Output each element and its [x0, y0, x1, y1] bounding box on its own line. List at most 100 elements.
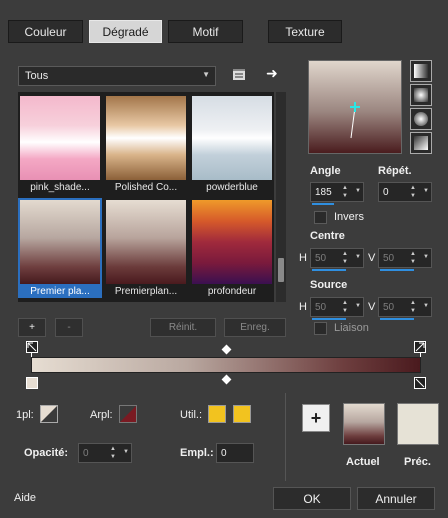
- centre-h-input[interactable]: 50 ▲ ▼ ▼: [310, 248, 364, 268]
- chevron-down-icon[interactable]: ▼: [355, 254, 361, 260]
- gallery-label: pink_shade...: [30, 182, 90, 193]
- opacity-label: Opacité:: [24, 447, 69, 459]
- invert-label: Invers: [334, 211, 364, 223]
- category-selected: Tous: [25, 70, 49, 82]
- cancel-button[interactable]: Annuler: [357, 487, 435, 510]
- scroll-thumb[interactable]: [278, 258, 284, 282]
- chevron-down-icon[interactable]: ▼: [355, 188, 361, 194]
- gallery-item[interactable]: Polished Co...: [104, 94, 188, 194]
- arrow-right-icon[interactable]: ➜: [266, 66, 282, 80]
- current-label: Actuel: [346, 456, 380, 468]
- source-h-label: H: [299, 301, 307, 313]
- remove-gradient-button[interactable]: -: [55, 318, 83, 337]
- gallery-label: Polished Co...: [114, 182, 178, 193]
- gallery-scrollbar[interactable]: [276, 92, 286, 302]
- gallery-item[interactable]: Premierplan...: [104, 198, 188, 298]
- midpoint-diamond-icon[interactable]: [221, 344, 232, 355]
- gallery-thumb: [106, 96, 186, 180]
- user-swatch-2[interactable]: [233, 405, 251, 423]
- gallery-thumb: [192, 96, 272, 180]
- chevron-down-icon[interactable]: ▼: [423, 303, 429, 309]
- centre-h-underline: [312, 269, 346, 271]
- browse-icon[interactable]: [232, 67, 246, 81]
- gallery-label: Premierplan...: [114, 286, 178, 297]
- centre-v-input[interactable]: 50 ▲ ▼ ▼: [378, 248, 432, 268]
- current-swatch[interactable]: [343, 403, 385, 445]
- save-gradient-button[interactable]: Enreg.: [224, 318, 286, 337]
- link-checkbox[interactable]: [314, 322, 327, 335]
- source-v-label: V: [368, 301, 376, 313]
- repeat-input[interactable]: 0 ▲ ▼ ▼: [378, 182, 432, 202]
- midpoint-diamond-icon[interactable]: [221, 374, 232, 385]
- spin-arrows-icon[interactable]: ▲ ▼: [108, 445, 118, 461]
- rectangular-type-icon[interactable]: [410, 84, 432, 106]
- location-value: 0: [221, 447, 227, 459]
- repeat-label: Répét.: [378, 165, 412, 177]
- gradient-preview[interactable]: [308, 60, 402, 154]
- category-dropdown[interactable]: Tous ▼: [18, 66, 216, 86]
- gradient-stop-start[interactable]: [26, 377, 38, 389]
- gallery-item[interactable]: profondeur: [190, 198, 274, 298]
- bg-plan-label: Arpl:: [90, 409, 113, 421]
- gallery-thumb: [20, 200, 100, 284]
- bg-plan-swatch[interactable]: [119, 405, 137, 423]
- source-h-input[interactable]: 50 ▲ ▼ ▼: [310, 297, 364, 317]
- chevron-down-icon[interactable]: ▼: [423, 254, 429, 260]
- gallery-thumb: [192, 200, 272, 284]
- sunburst-type-icon[interactable]: [410, 132, 432, 154]
- centre-v-underline: [380, 269, 414, 271]
- source-v-underline: [380, 318, 414, 320]
- spin-arrows-icon[interactable]: ▲ ▼: [340, 250, 350, 266]
- gallery-thumb: [106, 200, 186, 284]
- gradient-stop-end[interactable]: [414, 377, 426, 389]
- add-swatch-button[interactable]: +: [302, 404, 330, 432]
- chevron-down-icon[interactable]: ▼: [123, 449, 129, 455]
- help-link[interactable]: Aide: [14, 492, 36, 504]
- angle-input[interactable]: 185 ▲ ▼ ▼: [310, 182, 364, 202]
- previous-label: Préc.: [404, 456, 431, 468]
- angle-value: 185: [315, 186, 332, 198]
- centre-h-label: H: [299, 252, 307, 264]
- previous-swatch[interactable]: [397, 403, 439, 445]
- gallery-item[interactable]: powderblue: [190, 94, 274, 194]
- opacity-value: 0: [83, 447, 89, 459]
- spin-arrows-icon[interactable]: ▲ ▼: [408, 299, 418, 315]
- spin-arrows-icon[interactable]: ▲ ▼: [340, 299, 350, 315]
- repeat-value: 0: [383, 186, 389, 198]
- spin-arrows-icon[interactable]: ▲ ▼: [340, 184, 350, 200]
- tab-texture[interactable]: Texture: [268, 20, 342, 43]
- tab-motif[interactable]: Motif: [168, 20, 243, 43]
- ok-button[interactable]: OK: [273, 487, 351, 510]
- user-swatch-1[interactable]: [208, 405, 226, 423]
- chevron-down-icon[interactable]: ▼: [423, 188, 429, 194]
- centre-h-value: 50: [315, 252, 327, 264]
- direction-handle-icon[interactable]: [309, 61, 401, 153]
- divider: [285, 393, 286, 481]
- tab-degrade[interactable]: Dégradé: [89, 20, 162, 43]
- first-plan-swatch[interactable]: [40, 405, 58, 423]
- add-gradient-button[interactable]: +: [18, 318, 46, 337]
- chevron-down-icon[interactable]: ▼: [355, 303, 361, 309]
- top-right-marker-icon[interactable]: [414, 341, 426, 353]
- opacity-input[interactable]: 0 ▲ ▼ ▼: [78, 443, 132, 463]
- gallery-item[interactable]: pink_shade...: [18, 94, 102, 194]
- reset-button[interactable]: Réinit.: [150, 318, 216, 337]
- top-left-marker-icon[interactable]: [26, 341, 38, 353]
- source-v-input[interactable]: 50 ▲ ▼ ▼: [378, 297, 432, 317]
- angle-underline: [312, 203, 334, 205]
- gallery-label: powderblue: [206, 182, 258, 193]
- angle-label: Angle: [310, 165, 341, 177]
- location-label: Empl.:: [180, 447, 214, 459]
- gallery-item[interactable]: Premier pla...: [18, 198, 102, 298]
- radial-type-icon[interactable]: [410, 108, 432, 130]
- spin-arrows-icon[interactable]: ▲ ▼: [408, 250, 418, 266]
- location-input[interactable]: 0: [216, 443, 254, 463]
- source-v-value: 50: [383, 301, 395, 313]
- first-plan-label: 1pl:: [16, 409, 34, 421]
- tab-couleur[interactable]: Couleur: [8, 20, 83, 43]
- spin-arrows-icon[interactable]: ▲ ▼: [408, 184, 418, 200]
- linear-type-icon[interactable]: [410, 60, 432, 82]
- gradient-bar[interactable]: [31, 357, 421, 373]
- invert-checkbox[interactable]: [314, 211, 327, 224]
- user-label: Util.:: [180, 409, 202, 421]
